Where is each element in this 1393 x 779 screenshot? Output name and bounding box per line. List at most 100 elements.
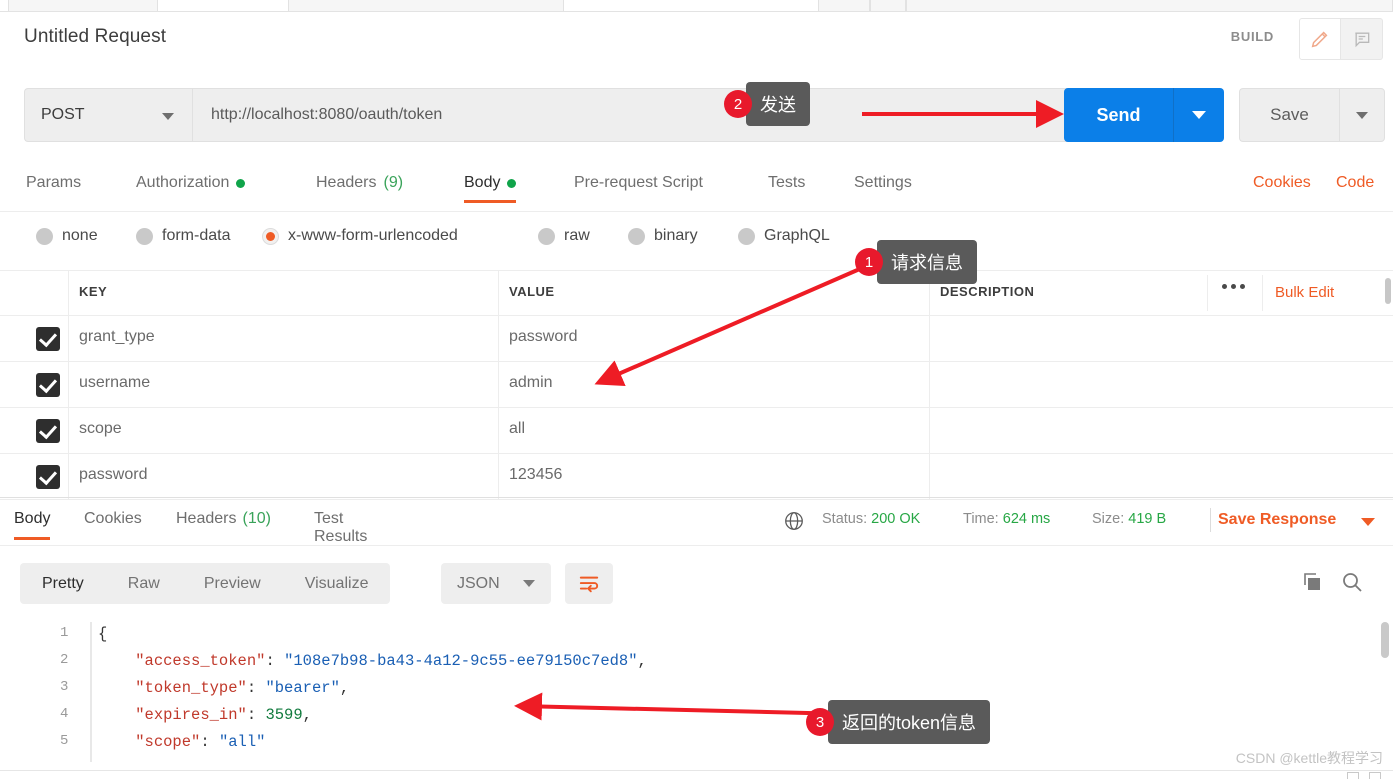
table-row[interactable]: scope all bbox=[0, 408, 1393, 454]
chevron-down-icon bbox=[1192, 111, 1206, 119]
copy-icon[interactable] bbox=[1300, 570, 1324, 599]
tab-strip-baseline bbox=[0, 11, 1393, 12]
tab-pre-request-script[interactable]: Pre-request Script bbox=[574, 174, 703, 192]
panel-icon[interactable] bbox=[1369, 772, 1381, 779]
status-dot-icon bbox=[507, 179, 516, 188]
row-value[interactable]: password bbox=[509, 328, 577, 346]
code-token: , bbox=[638, 652, 647, 670]
save-options-button[interactable] bbox=[1339, 88, 1385, 142]
radio-selected-icon bbox=[262, 228, 279, 245]
radio-none[interactable]: none bbox=[36, 227, 98, 245]
code-token: 3599 bbox=[265, 706, 302, 724]
response-tabs-divider bbox=[0, 545, 1393, 546]
row-key[interactable]: password bbox=[79, 466, 147, 484]
tab-params[interactable]: Params bbox=[26, 174, 81, 192]
code-token: : bbox=[247, 706, 266, 724]
send-button[interactable]: Send bbox=[1064, 88, 1173, 142]
radio-binary[interactable]: binary bbox=[628, 227, 698, 245]
line-number: 3 bbox=[60, 679, 68, 695]
send-options-button[interactable] bbox=[1173, 88, 1224, 142]
line-number: 1 bbox=[60, 625, 68, 641]
line-number: 5 bbox=[60, 733, 68, 749]
bulk-edit-link[interactable]: Bulk Edit bbox=[1275, 284, 1334, 301]
pencil-icon[interactable] bbox=[1299, 18, 1341, 60]
table-row[interactable]: grant_type password bbox=[0, 316, 1393, 362]
postman-window: Untitled Request BUILD POST http://local… bbox=[0, 0, 1393, 779]
code-line: { bbox=[98, 625, 107, 643]
view-tab-raw[interactable]: Raw bbox=[106, 563, 182, 604]
chevron-down-icon[interactable] bbox=[1361, 518, 1375, 526]
tab-headers[interactable]: Headers (9) bbox=[316, 174, 403, 192]
code-token: "token_type" bbox=[135, 679, 247, 697]
code-token: "access_token" bbox=[135, 652, 265, 670]
code-token: "all" bbox=[219, 733, 266, 751]
response-tab-test-results[interactable]: Test Results bbox=[314, 510, 367, 546]
radio-icon bbox=[538, 228, 555, 245]
search-icon[interactable] bbox=[1340, 570, 1364, 599]
response-tab-cookies[interactable]: Cookies bbox=[84, 510, 142, 528]
line-number: 2 bbox=[60, 652, 68, 668]
view-tab-pretty[interactable]: Pretty bbox=[20, 563, 106, 604]
response-headers-count: (10) bbox=[242, 510, 270, 528]
footer-icons bbox=[1347, 772, 1381, 779]
row-key[interactable]: grant_type bbox=[79, 328, 155, 346]
radio-graphql[interactable]: GraphQL bbox=[738, 227, 830, 245]
method-select[interactable]: POST bbox=[24, 88, 192, 142]
tab-tests[interactable]: Tests bbox=[768, 174, 805, 192]
radio-raw[interactable]: raw bbox=[538, 227, 590, 245]
table-row[interactable]: username admin bbox=[0, 362, 1393, 408]
size-value: 419 B bbox=[1128, 511, 1166, 527]
table-scrollbar[interactable] bbox=[1385, 278, 1391, 304]
chevron-down-icon bbox=[1356, 112, 1368, 119]
tab-strip bbox=[0, 0, 1393, 12]
format-select[interactable]: JSON bbox=[441, 563, 551, 604]
status-dot-icon bbox=[236, 179, 245, 188]
word-wrap-icon[interactable] bbox=[565, 563, 613, 604]
save-response-button[interactable]: Save Response bbox=[1218, 511, 1336, 529]
code-line: "expires_in": 3599, bbox=[98, 706, 312, 724]
tab-settings[interactable]: Settings bbox=[854, 174, 912, 192]
row-value[interactable]: admin bbox=[509, 374, 553, 392]
row-key[interactable]: username bbox=[79, 374, 150, 392]
page-title: Untitled Request bbox=[24, 26, 166, 48]
more-options-icon[interactable] bbox=[1222, 284, 1245, 289]
row-value[interactable]: 123456 bbox=[509, 466, 562, 484]
code-token: : bbox=[247, 679, 266, 697]
code-link[interactable]: Code bbox=[1336, 174, 1374, 192]
watermark: CSDN @kettle教程学习 bbox=[1236, 748, 1383, 768]
code-token: "expires_in" bbox=[135, 706, 247, 724]
view-tab-preview[interactable]: Preview bbox=[182, 563, 283, 604]
code-token: , bbox=[340, 679, 349, 697]
panel-icon[interactable] bbox=[1347, 772, 1359, 779]
code-token: : bbox=[200, 733, 219, 751]
tabs-divider bbox=[0, 211, 1393, 212]
url-input[interactable]: http://localhost:8080/oauth/token bbox=[192, 88, 1078, 142]
row-checkbox[interactable] bbox=[36, 373, 60, 397]
radio-icon bbox=[136, 228, 153, 245]
tab-authorization[interactable]: Authorization bbox=[136, 174, 245, 192]
tab-body[interactable]: Body bbox=[464, 174, 516, 192]
radio-form-data[interactable]: form-data bbox=[136, 227, 230, 245]
row-value[interactable]: all bbox=[509, 420, 525, 438]
comment-icon[interactable] bbox=[1341, 18, 1383, 60]
save-button[interactable]: Save bbox=[1239, 88, 1339, 142]
code-line: "access_token": "108e7b98-ba43-4a12-9c55… bbox=[98, 652, 647, 670]
response-tab-body[interactable]: Body bbox=[14, 510, 50, 528]
footer-divider bbox=[0, 770, 1393, 771]
row-checkbox[interactable] bbox=[36, 419, 60, 443]
code-token: { bbox=[98, 625, 107, 643]
line-number: 4 bbox=[60, 706, 68, 722]
row-checkbox[interactable] bbox=[36, 327, 60, 351]
row-key[interactable]: scope bbox=[79, 420, 122, 438]
table-row[interactable]: password 123456 bbox=[0, 454, 1393, 500]
radio-x-www-form-urlencoded[interactable]: x-www-form-urlencoded bbox=[262, 227, 458, 245]
active-tab-underline bbox=[14, 537, 50, 540]
annotation-text: 返回的token信息 bbox=[828, 700, 990, 744]
annotation-badge: 1 bbox=[855, 248, 883, 276]
view-tab-visualize[interactable]: Visualize bbox=[283, 563, 391, 604]
code-scrollbar[interactable] bbox=[1381, 622, 1389, 658]
cookies-link[interactable]: Cookies bbox=[1253, 174, 1311, 192]
response-tab-headers[interactable]: Headers (10) bbox=[176, 510, 271, 528]
row-checkbox[interactable] bbox=[36, 465, 60, 489]
column-header-key: KEY bbox=[79, 284, 107, 299]
